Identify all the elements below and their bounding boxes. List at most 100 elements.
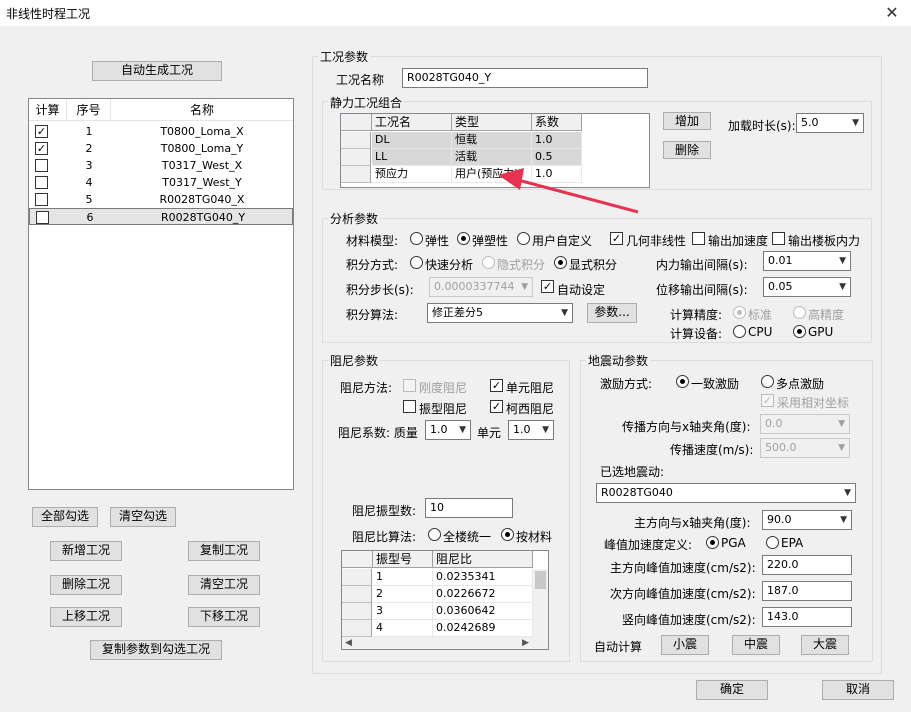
row-header[interactable] xyxy=(341,132,371,149)
elem-damping-checkbox[interactable]: ✓ xyxy=(490,379,503,392)
scroll-thumb[interactable] xyxy=(535,571,546,589)
add-case-button[interactable]: 新增工况 xyxy=(50,541,122,561)
cell-ratio[interactable]: 0.0235341 xyxy=(433,569,533,586)
out-floor-force-checkbox[interactable] xyxy=(772,232,785,245)
chevron-left-icon[interactable]: ◀ xyxy=(345,637,352,649)
cell-case-name[interactable]: 预应力 xyxy=(372,166,452,183)
uniform-excite-label: 一致激励 xyxy=(691,377,740,391)
mat-elastoplastic-label: 弹塑性 xyxy=(472,234,509,248)
cell-case-name[interactable]: LL xyxy=(372,149,452,166)
small-quake-button[interactable]: 小震 xyxy=(661,635,709,655)
calc-checkbox[interactable]: ✓ xyxy=(35,125,48,138)
force-out-select[interactable]: 0.01 ▼ xyxy=(763,251,851,271)
auto-set-checkbox[interactable]: ✓ xyxy=(541,280,554,293)
mass-coef-select[interactable]: 1.0 ▼ xyxy=(425,420,471,440)
load-time-select[interactable]: 5.0 ▼ xyxy=(796,113,864,133)
ok-button[interactable]: 确定 xyxy=(696,680,768,700)
chevron-down-icon: ▼ xyxy=(459,425,466,435)
params-button[interactable]: 参数... xyxy=(587,303,637,323)
auto-set-label: 自动设定 xyxy=(557,283,606,297)
cell-factor[interactable]: 1.0 xyxy=(532,132,582,149)
cell-type[interactable]: 恒载 xyxy=(452,132,532,149)
row-header[interactable] xyxy=(341,166,371,183)
row-header[interactable] xyxy=(342,603,372,620)
uniform-excite-radio[interactable] xyxy=(676,375,689,388)
list-item[interactable]: ✓ 1 T0800_Loma_X xyxy=(29,123,293,140)
ratio-uniform-radio[interactable] xyxy=(428,528,441,541)
list-item-selected[interactable]: 6 R0028TG040_Y xyxy=(29,208,293,225)
list-item[interactable]: 5 R0028TG040_X xyxy=(29,191,293,208)
excite-label: 激励方式: xyxy=(600,377,653,391)
auto-generate-button[interactable]: 自动生成工况 xyxy=(92,61,222,81)
dev-cpu-radio[interactable] xyxy=(733,325,746,338)
step-value: 0.0000337744 xyxy=(434,280,515,293)
list-item[interactable]: 3 T0317_West_X xyxy=(29,157,293,174)
mode-damping-checkbox[interactable] xyxy=(403,400,416,413)
main-pga-input[interactable]: 220.0 xyxy=(762,555,852,575)
integ-fast-radio[interactable] xyxy=(410,256,423,269)
damping-modes-input[interactable]: 10 xyxy=(425,498,513,518)
row-header[interactable] xyxy=(342,569,372,586)
calc-checkbox[interactable] xyxy=(35,193,48,206)
ratio-material-radio[interactable] xyxy=(501,528,514,541)
out-accel-checkbox[interactable] xyxy=(692,232,705,245)
algo-select[interactable]: 修正差分5 ▼ xyxy=(427,303,573,323)
cancel-button[interactable]: 取消 xyxy=(822,680,894,700)
move-up-button[interactable]: 上移工况 xyxy=(50,607,122,627)
cell-ratio[interactable]: 0.0360642 xyxy=(433,603,533,620)
large-quake-button[interactable]: 大震 xyxy=(801,635,849,655)
damping-ratio-table: 振型号 阻尼比 1 0.0235341 2 0.0226672 3 0.0360… xyxy=(341,550,549,650)
integ-explicit-radio[interactable] xyxy=(554,256,567,269)
row-header[interactable] xyxy=(342,586,372,603)
mat-user-radio[interactable] xyxy=(517,232,530,245)
row-no: 1 xyxy=(85,125,93,138)
calc-checkbox[interactable] xyxy=(35,159,48,172)
delete-static-button[interactable]: 删除 xyxy=(663,141,711,159)
close-icon[interactable]: ✕ xyxy=(880,2,904,24)
cell-case-name[interactable]: DL xyxy=(372,132,452,149)
calc-checkbox[interactable] xyxy=(35,176,48,189)
pga-radio[interactable] xyxy=(706,536,719,549)
col-header-mode-no: 振型号 xyxy=(373,551,433,568)
main-angle-select[interactable]: 90.0 ▼ xyxy=(762,510,852,530)
cell-ratio[interactable]: 0.0226672 xyxy=(433,586,533,603)
sec-pga-input[interactable]: 187.0 xyxy=(762,581,852,601)
check-all-button[interactable]: 全部勾选 xyxy=(32,507,98,527)
mat-elastic-radio[interactable] xyxy=(410,232,423,245)
calc-checkbox[interactable] xyxy=(36,211,49,224)
copy-params-button[interactable]: 复制参数到勾选工况 xyxy=(90,640,222,660)
clear-check-button[interactable]: 清空勾选 xyxy=(110,507,176,527)
list-item[interactable]: 4 T0317_West_Y xyxy=(29,174,293,191)
rayleigh-damping-checkbox[interactable]: ✓ xyxy=(490,400,503,413)
cell-mode-no[interactable]: 3 xyxy=(373,603,433,620)
horizontal-scrollbar[interactable]: ◀ ▶ xyxy=(342,637,548,649)
elem-coef-select[interactable]: 1.0 ▼ xyxy=(508,420,554,440)
case-name-input[interactable]: R0028TG040_Y xyxy=(402,68,648,88)
mat-elastoplastic-radio[interactable] xyxy=(457,232,470,245)
cell-mode-no[interactable]: 1 xyxy=(373,569,433,586)
calc-checkbox[interactable]: ✓ xyxy=(35,142,48,155)
disp-out-select[interactable]: 0.05 ▼ xyxy=(763,277,851,297)
move-down-button[interactable]: 下移工况 xyxy=(188,607,260,627)
geom-nonlinear-checkbox[interactable]: ✓ xyxy=(610,232,623,245)
cell-mode-no[interactable]: 2 xyxy=(373,586,433,603)
row-header[interactable] xyxy=(342,620,372,637)
row-header[interactable] xyxy=(341,149,371,166)
cell-ratio[interactable]: 0.0242689 xyxy=(433,620,533,637)
medium-quake-button[interactable]: 中震 xyxy=(732,635,780,655)
geom-nonlinear-label: 几何非线性 xyxy=(626,234,687,248)
delete-case-button[interactable]: 删除工况 xyxy=(50,575,122,595)
col-header-case-name: 工况名 xyxy=(372,114,452,131)
epa-radio[interactable] xyxy=(766,536,779,549)
selected-motion-select[interactable]: R0028TG040 ▼ xyxy=(596,483,856,503)
add-static-button[interactable]: 增加 xyxy=(663,112,711,130)
cell-mode-no[interactable]: 4 xyxy=(373,620,433,637)
list-item[interactable]: ✓ 2 T0800_Loma_Y xyxy=(29,140,293,157)
multi-excite-radio[interactable] xyxy=(761,375,774,388)
col-header-name: 名称 xyxy=(111,99,293,121)
copy-case-button[interactable]: 复制工况 xyxy=(188,541,260,561)
dev-gpu-radio[interactable] xyxy=(793,325,806,338)
chevron-right-icon[interactable]: ▶ xyxy=(522,637,529,649)
vert-pga-input[interactable]: 143.0 xyxy=(762,607,852,627)
clear-case-button[interactable]: 清空工况 xyxy=(188,575,260,595)
